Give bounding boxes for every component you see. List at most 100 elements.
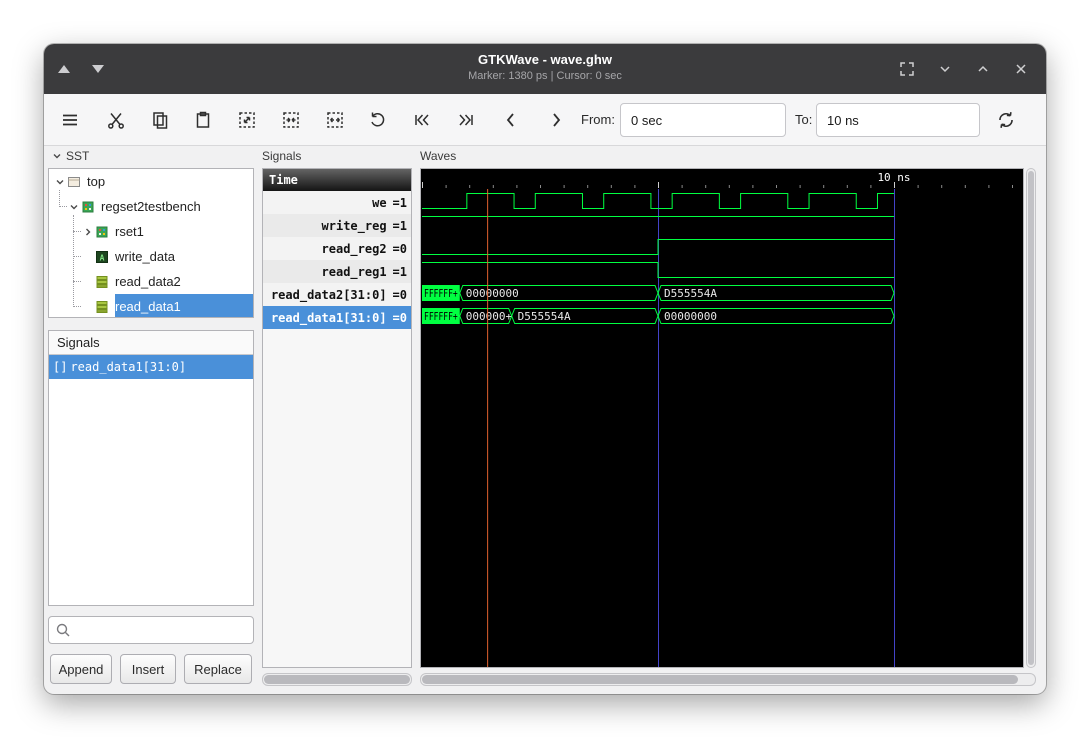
step-left-button[interactable]: [496, 105, 526, 135]
chevron-down-icon[interactable]: [52, 151, 62, 161]
tree-item-rset1[interactable]: rset1: [49, 219, 253, 244]
tree-item-label: read_data1: [115, 299, 181, 314]
scrollbar-thumb[interactable]: [264, 675, 410, 684]
tree-item-label: top: [87, 174, 105, 189]
signal-search: [48, 616, 254, 644]
chevron-right-icon: [546, 110, 566, 130]
shift-left-button[interactable]: [407, 105, 437, 135]
chevron-left-icon: [501, 110, 521, 130]
expander-open-icon[interactable]: [67, 200, 81, 214]
stack-icon: [95, 300, 111, 314]
shift-right-button[interactable]: [451, 105, 481, 135]
chevron-down-icon: [937, 61, 953, 77]
waves-vertical-scrollbar[interactable]: [1026, 168, 1036, 668]
stack-icon: [95, 275, 111, 289]
paste-button[interactable]: [188, 105, 218, 135]
close-button[interactable]: [1010, 58, 1032, 80]
undo-icon: [368, 110, 388, 130]
append-button[interactable]: Append: [50, 654, 112, 684]
svg-text:D555554A: D555554A: [664, 287, 717, 300]
expander-closed-icon[interactable]: [81, 225, 95, 239]
titlebar[interactable]: GTKWave - wave.ghw Marker: 1380 ps | Cur…: [44, 44, 1046, 94]
sst-label: SST: [66, 149, 89, 163]
menu-button[interactable]: [55, 105, 85, 135]
signal-row-read_reg1[interactable]: read_reg1=1: [263, 260, 411, 283]
scrollbar-thumb[interactable]: [422, 675, 1018, 684]
signal-row-we[interactable]: we=1: [263, 191, 411, 214]
signal-value: =1: [393, 265, 407, 279]
signals-list-item[interactable]: [] read_data1[31:0]: [49, 355, 253, 379]
zoom-fit-icon: [237, 110, 257, 130]
signal-name: read_data2[31:0]: [271, 288, 387, 302]
signals-horizontal-scrollbar[interactable]: [262, 673, 412, 686]
svg-text:00000000: 00000000: [664, 310, 717, 323]
minimize-button[interactable]: [934, 58, 956, 80]
pane-separator[interactable]: [255, 168, 261, 668]
tree-item-top[interactable]: top: [49, 169, 253, 194]
tree-item-read_data1[interactable]: read_data1: [49, 294, 253, 318]
signals-list-header: Signals: [49, 331, 253, 355]
matrix-icon: A: [95, 250, 111, 264]
waves-panel-label: Waves: [420, 149, 456, 163]
wave-canvas[interactable]: FFFFFF+00000000D555554AFFFFFF+000000+D55…: [421, 189, 1023, 667]
to-label: To:: [795, 112, 812, 127]
signals-panel-label: Signals: [262, 149, 301, 163]
signal-name: read_data1[31:0]: [271, 311, 387, 325]
pane-separator[interactable]: [413, 168, 419, 668]
signal-row-read_reg2[interactable]: read_reg2=0: [263, 237, 411, 260]
replace-button[interactable]: Replace: [184, 654, 252, 684]
expander-open-icon[interactable]: [53, 175, 67, 189]
chevron-up-icon: [975, 61, 991, 77]
sst-tree: top regset2testbench rset1 A: [48, 168, 254, 318]
zoom-in-icon: [281, 110, 301, 130]
scissors-icon: [106, 110, 126, 130]
signal-row-read_data1[interactable]: read_data1[31:0] =0: [263, 306, 411, 329]
svg-text:FFFFFF+: FFFFFF+: [424, 287, 458, 300]
svg-text:FFFFFF+: FFFFFF+: [424, 310, 458, 323]
svg-text:00000000: 00000000: [466, 287, 519, 300]
signal-value: =0: [393, 288, 407, 302]
zoom-out-button[interactable]: [320, 105, 350, 135]
tree-item-read_data2[interactable]: read_data2: [49, 269, 253, 294]
reload-button[interactable]: [991, 105, 1021, 135]
signal-value: =0: [393, 311, 407, 325]
fast-left-icon: [412, 110, 432, 130]
search-input[interactable]: [71, 617, 253, 643]
signal-value: =1: [393, 219, 407, 233]
main-content: SST top regset2testb: [44, 146, 1046, 694]
copy-button[interactable]: [145, 105, 175, 135]
fullscreen-button[interactable]: [896, 58, 918, 80]
step-right-button[interactable]: [541, 105, 571, 135]
chip-icon: [95, 225, 111, 239]
tree-item-label: read_data2: [115, 274, 181, 289]
toolbar: From: To:: [44, 94, 1046, 146]
wave-timeline[interactable]: 10 ns: [421, 169, 1023, 189]
undo-button[interactable]: [363, 105, 393, 135]
to-input[interactable]: [816, 103, 980, 137]
sst-signals-list: Signals [] read_data1[31:0]: [48, 330, 254, 606]
zoom-out-icon: [325, 110, 345, 130]
scrollbar-thumb[interactable]: [1028, 171, 1034, 665]
sst-buttons: Append Insert Replace: [44, 654, 258, 684]
time-header[interactable]: Time: [263, 169, 411, 191]
signal-name: read_reg2: [322, 242, 387, 256]
close-icon: [1013, 61, 1029, 77]
svg-text:A: A: [100, 253, 105, 262]
paste-icon: [193, 110, 213, 130]
waves-panel: 10 ns FFFFFF+ 00000000 D555554A FFFFFF+ 0000…: [420, 168, 1024, 668]
zoom-in-button[interactable]: [276, 105, 306, 135]
insert-button[interactable]: Insert: [120, 654, 176, 684]
waves-horizontal-scrollbar[interactable]: [420, 673, 1036, 686]
maximize-button[interactable]: [972, 58, 994, 80]
box-icon: [67, 175, 83, 189]
cut-button[interactable]: [101, 105, 131, 135]
tree-item-regset2testbench[interactable]: regset2testbench: [49, 194, 253, 219]
gtkwave-window: GTKWave - wave.ghw Marker: 1380 ps | Cur…: [44, 44, 1046, 694]
reload-icon: [995, 109, 1017, 131]
signal-row-read_data2[interactable]: read_data2[31:0] =0: [263, 283, 411, 306]
signal-row-write_reg[interactable]: write_reg=1: [263, 214, 411, 237]
tree-item-write_data[interactable]: A write_data: [49, 244, 253, 269]
from-input[interactable]: [620, 103, 786, 137]
zoom-fit-button[interactable]: [232, 105, 262, 135]
fast-right-icon: [456, 110, 476, 130]
